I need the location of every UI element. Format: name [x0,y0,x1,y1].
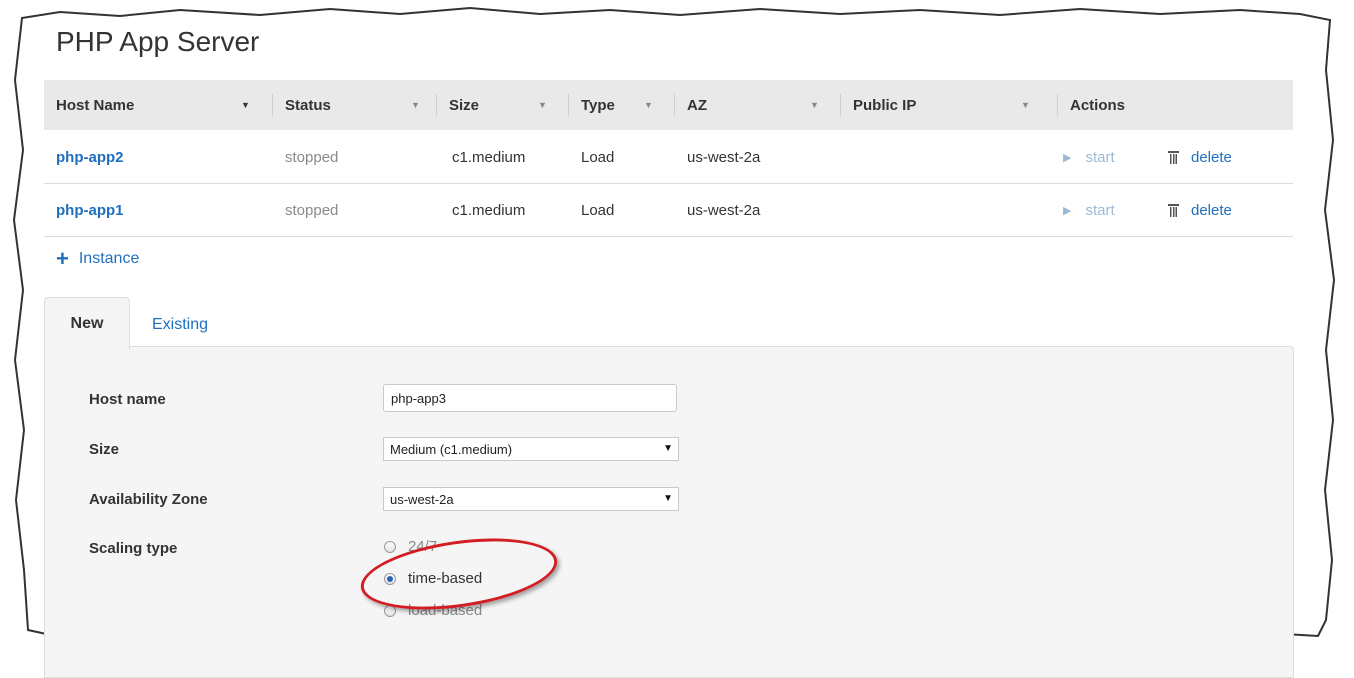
host-name-link[interactable]: php-app2 [56,131,124,183]
dropdown-arrow-icon: ▼ [663,443,673,454]
az-value: us-west-2a [687,201,761,219]
column-header-label: Public IP [853,96,917,114]
sort-caret-icon: ▼ [538,100,547,110]
column-header-size[interactable]: Size ▼ [437,80,569,130]
delete-label: delete [1191,148,1232,166]
column-header-label: Type [581,96,615,114]
column-header-type[interactable]: Type ▼ [569,80,675,130]
host-name-input[interactable] [383,384,677,412]
column-header-label: Status [285,96,331,114]
start-label: start [1085,201,1115,219]
column-header-public-ip[interactable]: Public IP ▼ [841,80,1058,130]
dropdown-arrow-icon: ▼ [663,493,673,504]
play-icon: ▶ [1063,151,1072,164]
size-label: Size [89,441,120,458]
start-label: start [1085,148,1115,166]
play-icon: ▶ [1063,204,1072,217]
plus-icon: + [56,246,69,271]
size-value: c1.medium [452,201,526,219]
type-value: Load [581,148,615,166]
column-header-host-name[interactable]: Host Name ▼ [44,80,273,130]
size-value: c1.medium [452,148,526,166]
page-title: PHP App Server [56,26,260,57]
column-header-label: AZ [687,96,707,114]
add-instance-label: Instance [78,250,140,267]
column-header-label: Host Name [56,96,135,114]
tab-existing[interactable]: Existing [152,305,208,345]
scaling-type-label: Scaling type [89,540,178,557]
radio-button[interactable] [384,540,396,553]
delete-action[interactable]: delete [1168,184,1232,236]
availability-zone-select[interactable]: us-west-2a ▼ [383,487,679,511]
column-header-label: Actions [1070,96,1126,114]
table-header: Host Name ▼ Status ▼ Size ▼ Type ▼ AZ ▼ … [44,80,1293,130]
column-header-az[interactable]: AZ ▼ [675,80,841,130]
availability-zone-label: Availability Zone [89,491,208,508]
sort-caret-icon: ▼ [241,100,250,110]
start-action[interactable]: ▶ start [1063,184,1115,236]
sort-caret-icon: ▼ [1021,100,1030,110]
size-selected-value: Medium (c1.medium) [390,441,513,457]
host-name-label: Host name [89,391,166,408]
delete-label: delete [1191,201,1232,219]
column-header-label: Size [449,96,480,114]
availability-zone-selected-value: us-west-2a [390,491,454,507]
sort-caret-icon: ▼ [644,100,653,110]
status-value: stopped [285,148,339,166]
table-row: php-app2 stopped c1.medium Load us-west-… [44,131,1293,184]
sort-caret-icon: ▼ [810,100,819,110]
status-value: stopped [285,201,339,219]
column-header-actions: Actions [1058,80,1293,130]
table-row: php-app1 stopped c1.medium Load us-west-… [44,184,1293,237]
size-select[interactable]: Medium (c1.medium) ▼ [383,437,679,461]
tab-new[interactable]: New [44,297,130,349]
az-value: us-west-2a [687,148,761,166]
trash-icon [1168,203,1179,217]
trash-icon [1168,150,1179,164]
delete-action[interactable]: delete [1168,131,1232,183]
start-action[interactable]: ▶ start [1063,131,1115,183]
sort-caret-icon: ▼ [411,100,420,110]
column-header-status[interactable]: Status ▼ [273,80,437,130]
host-name-link[interactable]: php-app1 [56,184,124,236]
add-instance-link[interactable]: + Instance [56,246,140,271]
type-value: Load [581,201,615,219]
